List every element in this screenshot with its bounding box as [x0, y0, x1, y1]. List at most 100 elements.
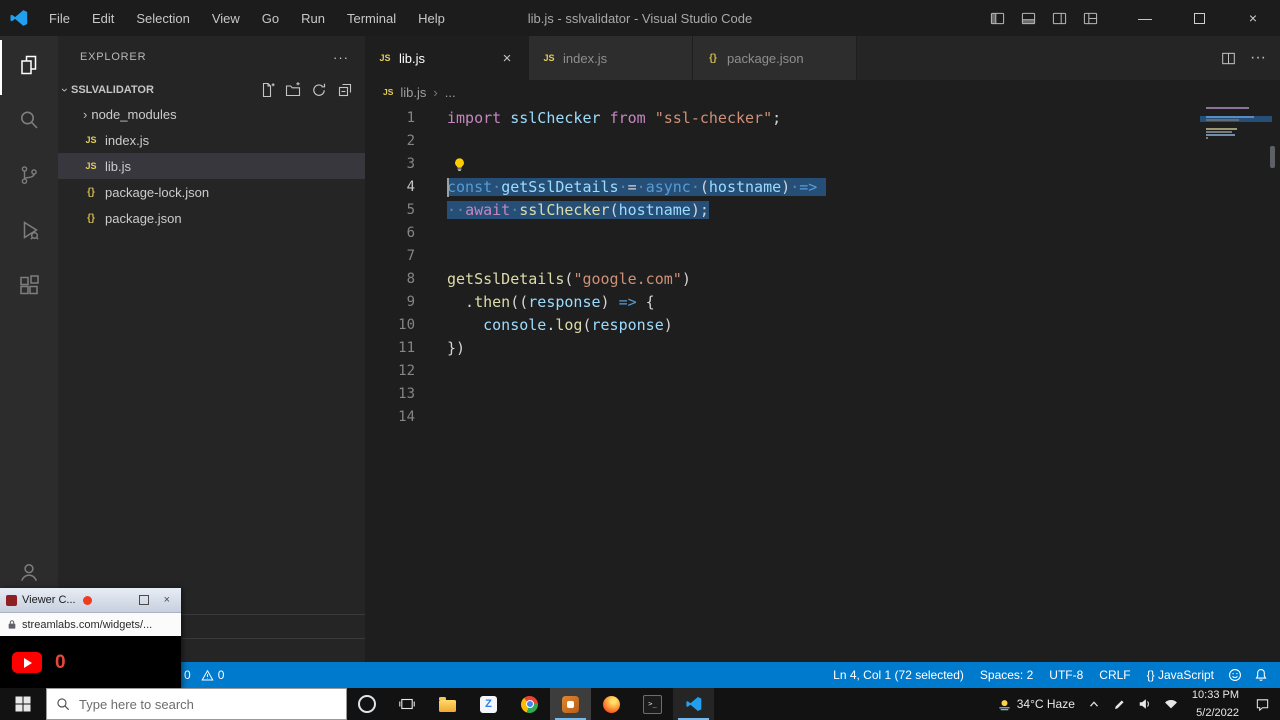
activity-source-control[interactable]: [0, 150, 58, 205]
notifications-bell-icon[interactable]: [1248, 668, 1274, 682]
line-content[interactable]: [415, 222, 447, 245]
overlay-app-icon: [6, 595, 17, 606]
code-token: ): [781, 178, 790, 196]
extensions-icon: [17, 273, 41, 302]
menu-go[interactable]: Go: [251, 0, 290, 36]
status-indentation[interactable]: Spaces: 2: [972, 668, 1041, 682]
line-content[interactable]: [415, 130, 447, 153]
cortana-button[interactable]: [347, 688, 387, 720]
collapse-folders-icon[interactable]: [337, 82, 353, 98]
file-label: index.js: [105, 133, 149, 148]
feedback-smiley-icon[interactable]: [1222, 668, 1248, 682]
refresh-explorer-icon[interactable]: [311, 82, 327, 98]
taskbar-firefox[interactable]: [591, 688, 632, 720]
taskbar-file-explorer[interactable]: [427, 688, 468, 720]
line-content[interactable]: }): [415, 337, 465, 360]
line-content[interactable]: console.log(response): [415, 314, 673, 337]
close-tab-icon[interactable]: ×: [498, 50, 516, 67]
file-node_modules[interactable]: ›node_modules: [58, 101, 365, 127]
menu-view[interactable]: View: [201, 0, 251, 36]
status-eol[interactable]: CRLF: [1091, 668, 1138, 682]
new-file-icon[interactable]: [259, 82, 275, 98]
line-content[interactable]: const·getSslDetails·=·async·(hostname)·=…: [415, 176, 826, 199]
minimize-button[interactable]: —: [1118, 0, 1172, 36]
code-editor[interactable]: 1import sslChecker from "ssl-checker";23…: [365, 104, 1280, 662]
tray-speaker-icon[interactable]: [1132, 697, 1158, 711]
window-title: lib.js - sslvalidator - Visual Studio Co…: [528, 11, 752, 26]
restore-button[interactable]: [1172, 0, 1226, 36]
explorer-more-actions-icon[interactable]: ···: [333, 50, 349, 65]
split-editor-icon[interactable]: [1221, 51, 1236, 66]
menu-run[interactable]: Run: [290, 0, 336, 36]
line-content[interactable]: [415, 245, 447, 268]
taskbar-search[interactable]: [46, 688, 347, 720]
tab-index.js[interactable]: JSindex.js: [529, 36, 693, 80]
search-input[interactable]: [77, 696, 337, 713]
task-view-button[interactable]: [387, 688, 427, 720]
taskbar-vscode[interactable]: [673, 688, 714, 720]
overlay-title-bar[interactable]: Viewer C... ×: [0, 588, 181, 612]
code-line-9: 9 .then((response) => {: [365, 291, 1280, 314]
activity-search[interactable]: [0, 95, 58, 150]
minimap[interactable]: [1206, 107, 1264, 149]
file-index.js[interactable]: JSindex.js: [58, 127, 365, 153]
code-line-7: 7: [365, 245, 1280, 268]
breadcrumb-symbol[interactable]: ...: [445, 85, 456, 100]
taskbar-z-app[interactable]: Z: [468, 688, 509, 720]
folder-section-header[interactable]: › SSLVALIDATOR: [58, 78, 365, 101]
tray-network-icon[interactable]: [1158, 697, 1184, 711]
overlay-maximize-button[interactable]: [134, 595, 154, 605]
line-content[interactable]: getSslDetails("google.com"): [415, 268, 691, 291]
tab-package.json[interactable]: {}package.json: [693, 36, 857, 80]
status-language-mode[interactable]: {} JavaScript: [1139, 668, 1222, 682]
activity-extensions[interactable]: [0, 260, 58, 315]
line-content[interactable]: ··await·sslChecker(hostname);: [415, 199, 709, 222]
menu-edit[interactable]: Edit: [81, 0, 125, 36]
tray-chevron-up-icon[interactable]: [1081, 697, 1107, 711]
line-content[interactable]: .then((response) => {: [415, 291, 655, 314]
activity-explorer[interactable]: [0, 40, 58, 95]
file-lib.js[interactable]: JSlib.js: [58, 153, 365, 179]
status-cursor-position[interactable]: Ln 4, Col 1 (72 selected): [825, 668, 972, 682]
tab-lib.js[interactable]: JSlib.js×: [365, 36, 529, 80]
menu-terminal[interactable]: Terminal: [336, 0, 407, 36]
breadcrumb-file[interactable]: lib.js: [400, 85, 426, 100]
status-encoding[interactable]: UTF-8: [1041, 668, 1091, 682]
code-token: =>: [799, 178, 817, 196]
code-token: ;: [772, 109, 781, 127]
weather-widget[interactable]: 34°C Haze: [991, 697, 1081, 712]
menu-file[interactable]: File: [38, 0, 81, 36]
customize-layout-icon[interactable]: [1083, 11, 1098, 26]
line-content[interactable]: [415, 406, 447, 429]
taskbar-chrome[interactable]: [509, 688, 550, 720]
line-content[interactable]: import sslChecker from "ssl-checker";: [415, 107, 781, 130]
scrollbar-thumb[interactable]: [1270, 146, 1275, 168]
breadcrumb[interactable]: JS lib.js › ...: [365, 80, 1280, 104]
activity-run-and-debug[interactable]: [0, 205, 58, 260]
line-content[interactable]: [415, 360, 447, 383]
explorer-actions: [259, 82, 365, 98]
new-folder-icon[interactable]: [285, 82, 301, 98]
menu-help[interactable]: Help: [407, 0, 456, 36]
toggle-panel-icon[interactable]: [1021, 11, 1036, 26]
editor-more-actions-icon[interactable]: ···: [1250, 49, 1266, 67]
taskbar-streamlabs[interactable]: [550, 688, 591, 720]
source-control-icon: [17, 163, 41, 192]
line-content[interactable]: [415, 153, 470, 176]
menu-selection[interactable]: Selection: [125, 0, 200, 36]
start-button[interactable]: [0, 688, 46, 720]
lightbulb-icon[interactable]: [452, 157, 470, 172]
overlay-url-bar[interactable]: streamlabs.com/widgets/...: [0, 612, 181, 636]
toggle-secondary-sidebar-icon[interactable]: [1052, 11, 1067, 26]
file-package-lock.json[interactable]: {}package-lock.json: [58, 179, 365, 205]
overlay-close-button[interactable]: ×: [159, 594, 175, 606]
action-center-button[interactable]: [1247, 697, 1280, 712]
close-button[interactable]: ×: [1226, 0, 1280, 36]
taskbar-terminal[interactable]: >_: [632, 688, 673, 720]
toggle-primary-sidebar-icon[interactable]: [990, 11, 1005, 26]
file-package.json[interactable]: {}package.json: [58, 205, 365, 231]
line-content[interactable]: [415, 383, 447, 406]
status-right-items: Ln 4, Col 1 (72 selected)Spaces: 2UTF-8C…: [825, 668, 1222, 682]
taskbar-clock[interactable]: 10:33 PM 5/2/2022: [1184, 689, 1247, 720]
tray-pen-icon[interactable]: [1107, 697, 1132, 711]
